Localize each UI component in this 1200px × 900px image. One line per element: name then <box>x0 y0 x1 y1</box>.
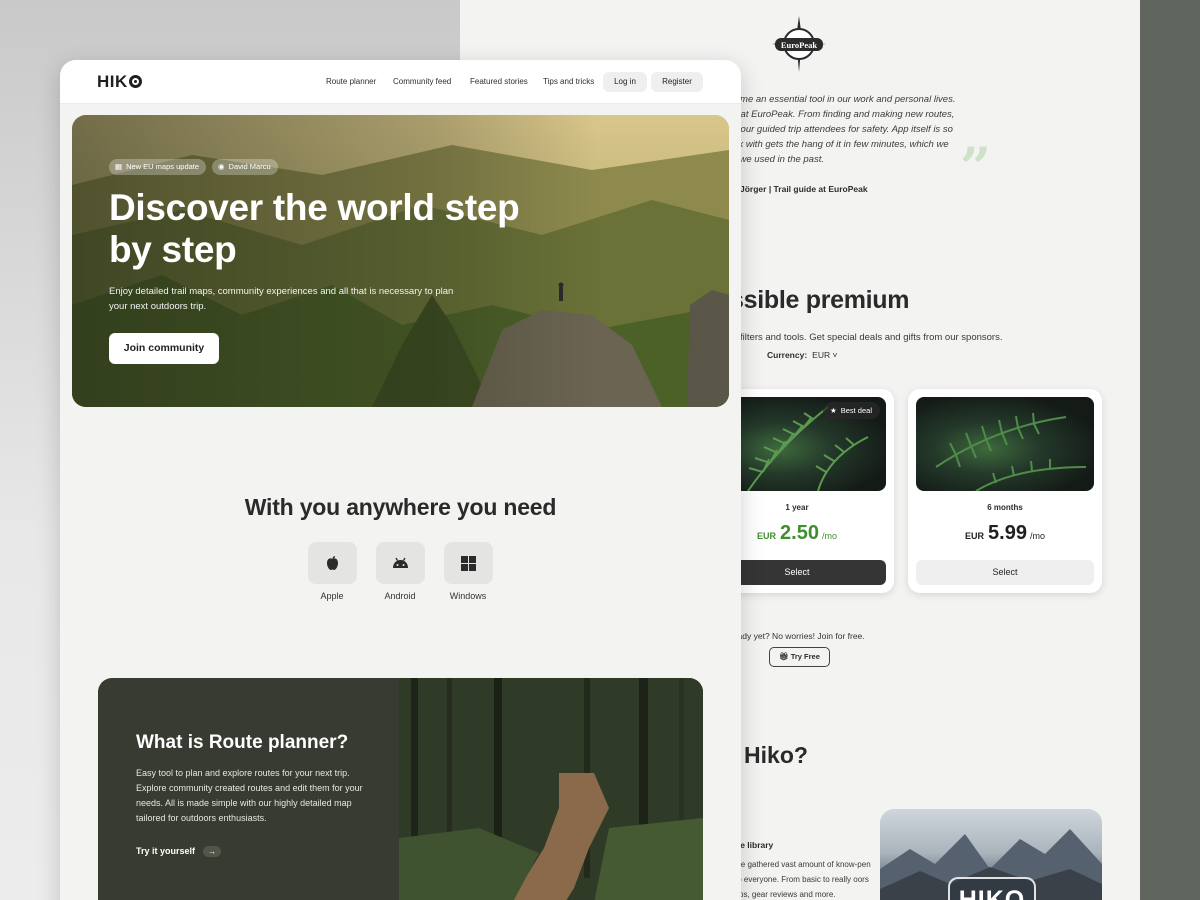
price-period: /mo <box>821 531 837 541</box>
premium-title: ssible premium <box>730 286 910 314</box>
testimonial-line: ls we used in the past. <box>730 154 824 165</box>
try-free-button[interactable]: 🎁︎ Try Free <box>769 647 830 667</box>
forest-path-image <box>399 678 703 900</box>
camera-icon: ◉ <box>218 162 225 171</box>
nav-link-community-feed[interactable]: Community feed <box>393 77 451 86</box>
route-planner-description: Easy tool to plan and explore routes for… <box>136 768 363 823</box>
currency-label: Currency: <box>767 350 808 360</box>
fern-illustration <box>935 412 1087 491</box>
best-deal-label: Best deal <box>840 406 872 415</box>
windows-platform-button[interactable] <box>444 542 493 584</box>
testimonial-text: come an essential tool in our work and p… <box>730 92 970 167</box>
top-navigation: HIK Route planner Community feed Feature… <box>60 60 741 104</box>
platforms-title: With you anywhere you need <box>244 494 557 520</box>
route-planner-title: What is Route planner? <box>136 732 349 753</box>
login-button[interactable]: Log in <box>603 72 647 92</box>
apple-icon <box>327 556 338 570</box>
best-deal-badge: ★ Best deal <box>822 402 880 419</box>
plan-price: EUR 5.99/mo <box>908 522 1102 545</box>
price-amount: 5.99 <box>988 522 1027 544</box>
currency-value[interactable]: EUR ˅ <box>812 350 837 360</box>
testimonial-author: Jörger | Trail guide at EuroPeak <box>740 184 868 194</box>
knowledge-library-text: we gathered vast amount of know-pen to e… <box>735 860 871 899</box>
landing-page: HIK Route planner Community feed Feature… <box>60 60 741 900</box>
europeak-logo-text: EuroPeak <box>781 40 817 50</box>
gift-icon: 🎁︎ <box>779 652 789 661</box>
hiko-logo[interactable]: HIK <box>97 72 142 92</box>
route-planner-section: What is Route planner? Easy tool to plan… <box>98 678 703 900</box>
testimonial-line: m at EuroPeak. From finding and making n… <box>730 109 955 120</box>
quote-icon: ” <box>960 135 992 199</box>
plan-card-6-months[interactable]: 6 months EUR 5.99/mo Select <box>908 389 1102 593</box>
hero-title: Discover the world step by step <box>109 187 520 270</box>
about-title: t Hiko? <box>730 742 808 768</box>
map-icon: ▦ <box>115 162 123 171</box>
hiko-sign: HIKO <box>948 877 1036 900</box>
forest-illustration <box>399 678 703 900</box>
price-currency: EUR <box>757 531 777 541</box>
currency-selector[interactable]: Currency: EUR ˅ <box>767 350 837 360</box>
windows-label: Windows <box>449 591 487 601</box>
photographer-label: David Marcu <box>228 162 271 171</box>
logo-o-mark <box>128 75 142 88</box>
try-free-label: Try Free <box>790 652 820 661</box>
testimonial-line: of our guided trip attendees for safety.… <box>730 124 953 135</box>
apple-platform-button[interactable] <box>308 542 357 584</box>
mountains-image: HIKO <box>880 809 1102 900</box>
maps-update-chip[interactable]: ▦ New EU maps update <box>109 159 207 175</box>
price-currency: EUR <box>965 531 985 541</box>
try-it-label: Try it yourself <box>136 846 196 856</box>
join-community-button[interactable]: Join community <box>109 333 219 364</box>
register-button[interactable]: Register <box>651 72 703 92</box>
windows-icon <box>461 556 476 571</box>
nav-link-tips-and-tricks[interactable]: Tips and tricks <box>543 77 594 86</box>
hero-description: Enjoy detailed trail maps, community exp… <box>109 286 454 312</box>
photographer-chip[interactable]: ◉ David Marcu <box>212 159 278 175</box>
star-icon: ★ <box>829 406 837 415</box>
android-label: Android <box>384 591 416 601</box>
testimonial-line: come an essential tool in our work and p… <box>730 94 956 105</box>
hero-banner: ▦ New EU maps update ◉ David Marcu Discove… <box>72 115 729 407</box>
apple-label: Apple <box>320 591 344 601</box>
europeak-logo: EuroPeak <box>772 16 826 72</box>
arrow-right-icon: → <box>203 846 222 857</box>
price-amount: 2.50 <box>780 522 819 544</box>
android-platform-button[interactable] <box>376 542 425 584</box>
try-it-yourself-link[interactable]: Try it yourself → <box>136 846 222 857</box>
logo-text: HIK <box>97 72 128 91</box>
select-plan-button[interactable]: Select <box>916 560 1094 585</box>
backdrop-right <box>1138 0 1200 900</box>
premium-subtitle: al filters and tools. Get special deals … <box>730 332 1003 343</box>
maps-update-label: New EU maps update <box>126 162 200 171</box>
nav-link-route-planner[interactable]: Route planner <box>326 77 376 86</box>
not-ready-text: ready yet? No worries! Join for free. <box>730 631 865 641</box>
testimonial-line: ork with gets the hang of it in few minu… <box>730 139 949 150</box>
android-icon <box>393 557 408 568</box>
plan-term: 6 months <box>987 503 1023 512</box>
nav-link-featured-stories[interactable]: Featured stories <box>470 77 528 86</box>
fern-image <box>916 397 1094 491</box>
price-period: /mo <box>1029 531 1045 541</box>
